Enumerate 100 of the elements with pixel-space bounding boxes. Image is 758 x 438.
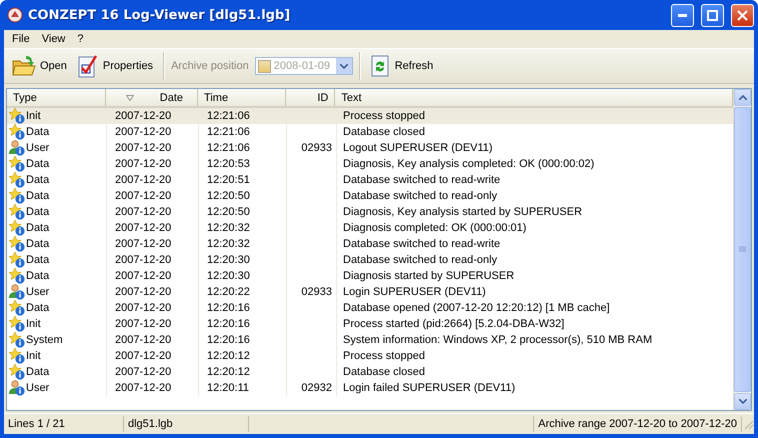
star-info-icon: [9, 332, 25, 348]
status-text: dlg51.lgb: [124, 416, 249, 432]
table-cell-text: Process stopped: [342, 349, 426, 364]
table-cell: 12:21:06: [199, 108, 287, 124]
list-row[interactable]: User 2007-12-20 12:20:22 02933 Login SUPERUSER (DEV11): [7, 284, 733, 300]
table-cell: 12:20:22: [199, 284, 287, 300]
menu-item[interactable]: View: [38, 33, 74, 45]
maximize-button[interactable]: [701, 4, 724, 26]
table-cell: 2007-12-20: [107, 284, 199, 300]
table-cell: 2007-12-20: [107, 124, 199, 140]
table-cell: 2007-12-20: [107, 364, 199, 380]
table-cell-text: Data: [26, 189, 50, 204]
list-row[interactable]: Data 2007-12-20 12:20:30 Diagnosis started by SUPERUSER: [7, 268, 733, 284]
list-row[interactable]: Data 2007-12-20 12:20:51 Database switched to read-write: [7, 172, 733, 188]
table-cell-text: Database closed: [342, 365, 426, 380]
list-row[interactable]: User 2007-12-20 12:21:06 02933 Logout SUPERUSER (DEV11): [7, 140, 733, 156]
table-cell: 12:20:32: [199, 236, 287, 252]
list-row[interactable]: Data 2007-12-20 12:20:50 Diagnosis, Key analysis started by SUPERUSER: [7, 204, 733, 220]
table-cell-text: User: [26, 285, 50, 300]
list-row[interactable]: Init 2007-12-20 12:20:16 Process started (pid:2664) [5.2.04-DBA-W32]: [7, 316, 733, 332]
refresh-button[interactable]: Refresh: [366, 52, 438, 80]
table-cell: 2007-12-20: [107, 300, 199, 316]
star-info-icon: [9, 364, 25, 380]
maximize-icon: [707, 10, 718, 20]
app-icon: [7, 7, 23, 23]
star-info-icon: [9, 236, 25, 252]
table-cell: 12:20:53: [199, 156, 287, 172]
minimize-button[interactable]: [671, 4, 694, 26]
table-cell-text: Database opened (2007-12-20 12:20:12) [1 MB cache]: [342, 301, 611, 316]
list-row[interactable]: Data 2007-12-20 12:20:32 Diagnosis completed: OK (000:00:01): [7, 220, 733, 236]
table-cell-text: Process started (pid:2664) [5.2.04-DBA-W32]: [342, 317, 566, 332]
close-button[interactable]: [731, 4, 754, 26]
table-cell: 2007-12-20: [107, 252, 199, 268]
scroll-down-icon: [738, 399, 746, 404]
menu-item[interactable]: File: [8, 33, 38, 45]
table-cell-text: Init: [26, 109, 41, 124]
table-cell-text: Data: [26, 205, 50, 220]
table-cell: 12:20:12: [199, 364, 287, 380]
list-row[interactable]: System 2007-12-20 12:20:16 System information: Windows XP, 2 processor(s), 510 MB RAM: [7, 332, 733, 348]
user-info-icon: [9, 284, 25, 300]
table-cell: 12:20:11: [199, 380, 287, 396]
open-button[interactable]: Open: [8, 53, 71, 79]
table-cell: 02932: [287, 380, 337, 396]
column-header[interactable]: ID: [286, 89, 336, 106]
table-cell: 2007-12-20: [107, 332, 199, 348]
column-header[interactable]: Time: [198, 89, 286, 106]
close-icon: [737, 10, 748, 20]
table-cell: 12:21:06: [199, 124, 287, 140]
table-cell-text: Login SUPERUSER (DEV11): [342, 285, 487, 300]
table-cell: 12:20:50: [199, 188, 287, 204]
properties-button[interactable]: Properties: [72, 52, 158, 80]
status-text: Lines 1 / 21: [4, 416, 124, 432]
list-row[interactable]: User 2007-12-20 12:20:11 02932 Login failed SUPERUSER (DEV11): [7, 380, 733, 396]
grip-icon: [739, 246, 746, 253]
list-row[interactable]: Data 2007-12-20 12:20:50 Database switched to read-only: [7, 188, 733, 204]
table-cell-text: Logout SUPERUSER (DEV11): [342, 141, 494, 156]
star-info-icon: [9, 124, 25, 140]
table-cell-text: Diagnosis completed: OK (000:00:01): [342, 221, 528, 236]
table-cell: 2007-12-20: [107, 220, 199, 236]
star-info-icon: [9, 188, 25, 204]
table-cell: 2007-12-20: [107, 156, 199, 172]
table-cell-text: Database closed: [342, 125, 426, 140]
table-cell: 2007-12-20: [107, 188, 199, 204]
star-info-icon: [9, 316, 25, 332]
table-cell-text: Login failed SUPERUSER (DEV11): [342, 381, 516, 396]
table-cell: 12:20:32: [199, 220, 287, 236]
list-row[interactable]: Data 2007-12-20 12:20:53 Diagnosis, Key analysis completed: OK (000:00:02): [7, 156, 733, 172]
user-info-icon: [9, 140, 25, 156]
star-info-icon: [9, 300, 25, 316]
table-cell-text: Data: [26, 125, 50, 140]
list-row[interactable]: Init 2007-12-20 12:21:06 Process stopped: [7, 108, 733, 124]
list-row[interactable]: Data 2007-12-20 12:20:12 Database closed: [7, 364, 733, 380]
column-header[interactable]: Type: [7, 89, 106, 106]
minimize-icon: [678, 14, 687, 16]
table-cell: 2007-12-20: [107, 380, 199, 396]
table-cell-text: Diagnosis, Key analysis started by SUPERUSER: [342, 205, 584, 220]
table-cell: 12:20:30: [199, 268, 287, 284]
list-row[interactable]: Data 2007-12-20 12:20:16 Database opened (2007-12-20 12:20:12) [1 MB cache]: [7, 300, 733, 316]
list-row[interactable]: Data 2007-12-20 12:20:30 Database switched to read-only: [7, 252, 733, 268]
table-cell: 12:21:06: [199, 140, 287, 156]
star-info-icon: [9, 252, 25, 268]
list-row[interactable]: Data 2007-12-20 12:20:32 Database switched to read-write: [7, 236, 733, 252]
table-cell-text: System: [26, 333, 63, 348]
checklist-icon: [76, 54, 99, 78]
list-row[interactable]: Data 2007-12-20 12:21:06 Database closed: [7, 124, 733, 140]
table-cell: 2007-12-20: [107, 108, 199, 124]
status-text: Archive range 2007-12-20 to 2007-12-20: [533, 416, 742, 432]
scrollbar[interactable]: [733, 89, 751, 410]
scroll-up-icon: [738, 95, 746, 100]
table-cell-text: Database switched to read-write: [342, 173, 502, 188]
menu-item[interactable]: ?: [73, 33, 92, 45]
table-cell: 02933: [287, 284, 337, 300]
table-cell-text: Diagnosis started by SUPERUSER: [342, 269, 516, 284]
table-cell-text: User: [26, 141, 50, 156]
resize-grip-icon: [742, 418, 754, 430]
column-header[interactable]: Date: [106, 89, 198, 106]
table-cell-text: Data: [26, 365, 50, 380]
table-cell: 12:20:12: [199, 348, 287, 364]
table-cell: 2007-12-20: [107, 140, 199, 156]
list-row[interactable]: Init 2007-12-20 12:20:12 Process stopped: [7, 348, 733, 364]
